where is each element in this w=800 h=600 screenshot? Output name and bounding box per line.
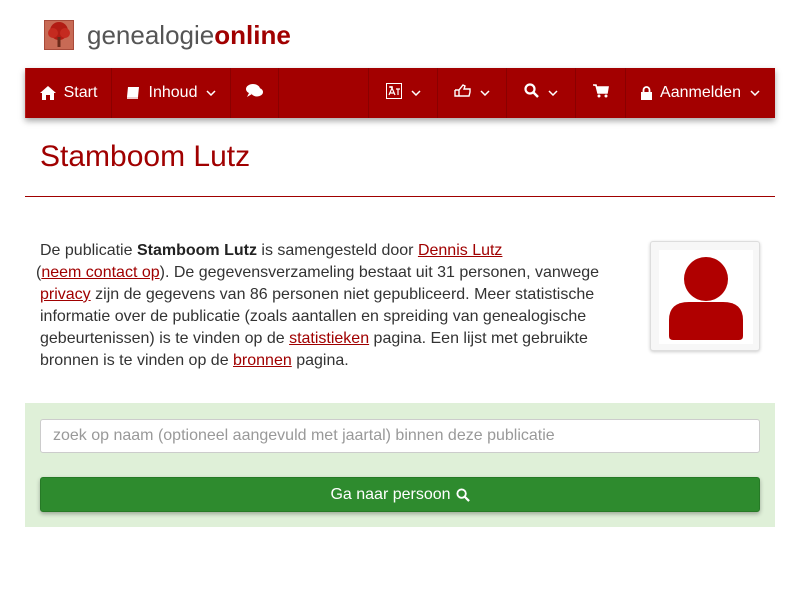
chevron-down-icon [206, 90, 216, 96]
contact-link[interactable]: neem contact op [41, 264, 159, 281]
book-icon [126, 86, 141, 100]
author-avatar[interactable] [650, 241, 760, 351]
privacy-link[interactable]: privacy [40, 286, 91, 303]
nav-recommend[interactable] [438, 68, 507, 118]
nav-search[interactable] [507, 68, 576, 118]
brand-part2: online [214, 19, 291, 50]
chevron-down-icon [750, 90, 760, 96]
nav-spacer [279, 68, 369, 118]
language-icon [385, 82, 402, 104]
cart-icon [592, 83, 609, 103]
hand-pointer-icon [454, 83, 471, 103]
publication-name: Stamboom Lutz [136, 242, 257, 259]
nav-login-label: Aanmelden [660, 84, 741, 101]
home-icon [39, 86, 56, 100]
sources-link[interactable]: bronnen [233, 352, 292, 369]
nav-login[interactable]: Aanmelden [626, 68, 775, 118]
page-title: Stamboom Lutz [40, 140, 251, 173]
person-search-input[interactable] [40, 419, 760, 453]
search-icon [524, 83, 539, 103]
comments-icon [246, 83, 263, 103]
author-link[interactable]: Dennis Lutz [418, 242, 503, 259]
person-search-panel: Ga naar persoon [25, 403, 775, 527]
nav-start[interactable]: Start [25, 68, 112, 118]
avatar-frame [659, 250, 753, 344]
tree-logo-icon[interactable] [44, 20, 74, 50]
search-icon [455, 487, 470, 502]
chevron-down-icon [548, 90, 558, 96]
nav-inhoud-label: Inhoud [148, 84, 198, 101]
statistics-link[interactable]: statistieken [289, 330, 369, 347]
main-navbar: Start Inhoud Aanmelden [25, 68, 775, 118]
intro-text: pagina. [291, 352, 349, 369]
nav-start-label: Start [63, 84, 98, 101]
nav-inhoud[interactable]: Inhoud [112, 68, 231, 118]
go-to-person-label: Ga naar persoon [330, 485, 451, 503]
site-logo-text[interactable]: genealogieonline [87, 20, 291, 51]
chevron-down-icon [410, 90, 421, 96]
person-avatar-icon [669, 257, 743, 340]
chevron-down-icon [480, 90, 490, 96]
intro-text: ). De gegevensverzameling bestaat uit 31… [159, 264, 600, 281]
go-to-person-button[interactable]: Ga naar persoon [40, 477, 760, 512]
intro-text: De publicatie [40, 242, 137, 259]
title-divider [25, 196, 775, 197]
intro-text: is samengesteld door [256, 242, 418, 259]
nav-language[interactable] [369, 68, 438, 118]
nav-forum[interactable] [231, 68, 279, 118]
publication-intro: De publicatie Stamboom Lutz is samengest… [36, 240, 620, 372]
brand-part1: genealogie [87, 19, 215, 50]
site-header: genealogieonline [44, 18, 291, 52]
nav-shop[interactable] [576, 68, 626, 118]
lock-icon [641, 86, 653, 100]
